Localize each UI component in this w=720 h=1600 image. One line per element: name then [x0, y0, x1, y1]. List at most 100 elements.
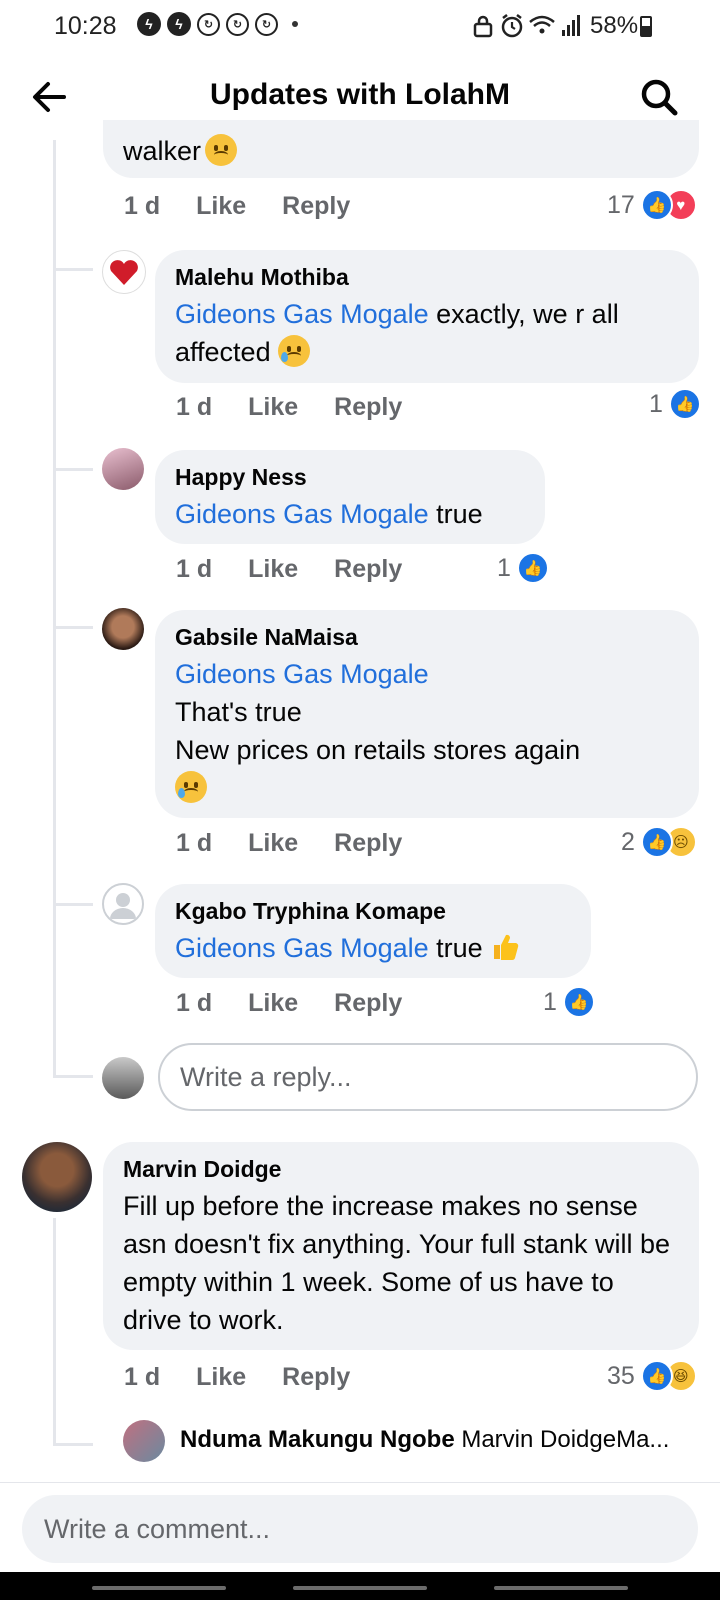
like-reaction-icon: 👍	[640, 826, 673, 858]
reply-text: Marvin DoidgeMa...	[461, 1426, 670, 1453]
like-button[interactable]: Like	[248, 989, 298, 1018]
comment-bubble[interactable]: Malehu Mothiba Gideons Gas Mogale exactl…	[155, 250, 699, 383]
reaction-summary[interactable]: 2 👍 ☹	[621, 826, 697, 858]
reaction-summary[interactable]: 35 👍 😆	[607, 1360, 697, 1392]
lock-icon	[473, 15, 493, 38]
like-reaction-icon: 👍	[640, 1360, 673, 1392]
default-avatar-icon[interactable]	[102, 883, 144, 925]
comment-time: 1 d	[176, 555, 213, 583]
reaction-summary[interactable]: 1 👍	[543, 986, 595, 1018]
reaction-summary[interactable]: 1 👍	[649, 388, 701, 420]
nav-home-handle[interactable]	[293, 1586, 427, 1590]
comment-bubble[interactable]: Marvin Doidge Fill up before the increas…	[103, 1142, 699, 1350]
thread-connector	[53, 268, 93, 271]
comment-actions: 1 d Like Reply	[176, 393, 402, 422]
comment-input[interactable]: Write a comment...	[22, 1495, 698, 1563]
reaction-summary[interactable]: 1 👍	[497, 552, 549, 584]
like-reaction-icon: 👍	[516, 552, 549, 584]
nav-recents-handle[interactable]	[92, 1586, 226, 1590]
comment-time: 1 d	[124, 1363, 161, 1391]
reply-button[interactable]: Reply	[334, 989, 402, 1018]
sad-face-icon	[205, 134, 238, 166]
comment-actions: 1 d Like Reply	[124, 1363, 350, 1392]
like-button[interactable]: Like	[248, 393, 298, 422]
battery-percent: 58%	[590, 12, 639, 39]
like-button[interactable]: Like	[248, 829, 298, 858]
comment-text-line: That's true	[175, 697, 302, 727]
comment-bubble[interactable]: walker	[103, 120, 699, 178]
nav-back-handle[interactable]	[494, 1586, 628, 1590]
like-button[interactable]: Like	[196, 1363, 246, 1392]
page-title: Updates with LolahM	[210, 78, 510, 111]
mention-link[interactable]: Gideons Gas Mogale	[175, 299, 429, 329]
reply-button[interactable]: Reply	[334, 555, 402, 584]
comment-text-line: New prices on retails stores again	[175, 735, 581, 765]
comment-author[interactable]: Malehu Mothiba	[175, 264, 679, 291]
notification-icons: ϟ ϟ ↻ ↻ ↻	[137, 12, 298, 36]
mention-link[interactable]: Gideons Gas Mogale	[175, 933, 429, 963]
comment-author[interactable]: Marvin Doidge	[123, 1156, 679, 1183]
crying-face-icon	[175, 771, 207, 803]
alarm-icon	[501, 14, 523, 38]
reply-button[interactable]: Reply	[282, 1363, 350, 1392]
like-button[interactable]: Like	[248, 555, 298, 584]
thread-connector	[53, 1075, 93, 1078]
mention-link[interactable]: Gideons Gas Mogale	[175, 499, 429, 529]
crying-face-icon	[278, 335, 311, 367]
comment-text: Fill up before the increase makes no sen…	[123, 1191, 670, 1335]
search-icon[interactable]	[638, 76, 680, 118]
thread-connector	[53, 468, 93, 471]
mention-link[interactable]: Gideons Gas Mogale	[175, 655, 679, 693]
navigation-bar	[0, 1572, 720, 1600]
more-notifications-icon	[292, 21, 298, 27]
comment-bubble[interactable]: Happy Ness Gideons Gas Mogale true	[155, 450, 545, 544]
reply-author[interactable]: Nduma Makungu Ngobe	[180, 1426, 455, 1453]
avatar[interactable]	[102, 250, 146, 294]
comment-author[interactable]: Kgabo Tryphina Komape	[175, 898, 571, 925]
comment-time: 1 d	[176, 829, 213, 857]
battery-icon	[640, 16, 652, 37]
like-button[interactable]: Like	[196, 192, 246, 221]
user-avatar	[102, 1057, 144, 1099]
sync-icon: ↻	[255, 12, 278, 36]
comment-bubble[interactable]: Gabsile NaMaisa Gideons Gas Mogale That'…	[155, 610, 699, 818]
like-reaction-icon: 👍	[562, 986, 595, 1018]
sync-icon: ↻	[197, 12, 220, 36]
reaction-count: 35	[607, 1361, 635, 1390]
thumbs-up-icon	[494, 934, 519, 961]
avatar[interactable]	[102, 448, 144, 490]
comment-time: 1 d	[124, 192, 161, 220]
like-reaction-icon: 👍	[640, 189, 673, 221]
comment-author[interactable]: Happy Ness	[175, 464, 525, 491]
comment-actions: 1 d Like Reply	[176, 555, 402, 584]
avatar[interactable]	[102, 608, 144, 650]
reaction-summary[interactable]: 17 👍 ♥	[607, 189, 697, 221]
comment-author[interactable]: Gabsile NaMaisa	[175, 624, 679, 651]
like-reaction-icon: 👍	[668, 388, 701, 420]
reply-button[interactable]: Reply	[282, 192, 350, 221]
reply-input[interactable]: Write a reply...	[158, 1043, 698, 1111]
avatar[interactable]	[123, 1420, 165, 1462]
comment-time: 1 d	[176, 989, 213, 1017]
reply-preview[interactable]: Nduma Makungu Ngobe Marvin DoidgeMa...	[180, 1426, 669, 1454]
reaction-count: 2	[621, 827, 635, 856]
comment-actions: 1 d Like Reply	[124, 192, 350, 221]
signal-icon	[562, 15, 580, 36]
notification-icon: ϟ	[137, 12, 161, 36]
status-time: 10:28	[54, 12, 117, 40]
reaction-count: 17	[607, 190, 635, 219]
comment-bubble[interactable]: Kgabo Tryphina Komape Gideons Gas Mogale…	[155, 884, 591, 978]
thread-connector	[53, 1443, 93, 1446]
notification-icon: ϟ	[167, 12, 191, 36]
comment-actions: 1 d Like Reply	[176, 829, 402, 858]
status-bar: 10:28 ϟ ϟ ↻ ↻ ↻ 58%	[0, 0, 720, 56]
comment-text: walker	[123, 136, 202, 166]
thread-connector	[53, 626, 93, 629]
sync-icon: ↻	[226, 12, 249, 36]
reaction-count: 1	[543, 987, 557, 1016]
thread-line	[53, 140, 56, 1077]
reply-button[interactable]: Reply	[334, 829, 402, 858]
reply-button[interactable]: Reply	[334, 393, 402, 422]
comment-composer: Write a comment...	[0, 1482, 720, 1573]
avatar[interactable]	[22, 1142, 92, 1212]
